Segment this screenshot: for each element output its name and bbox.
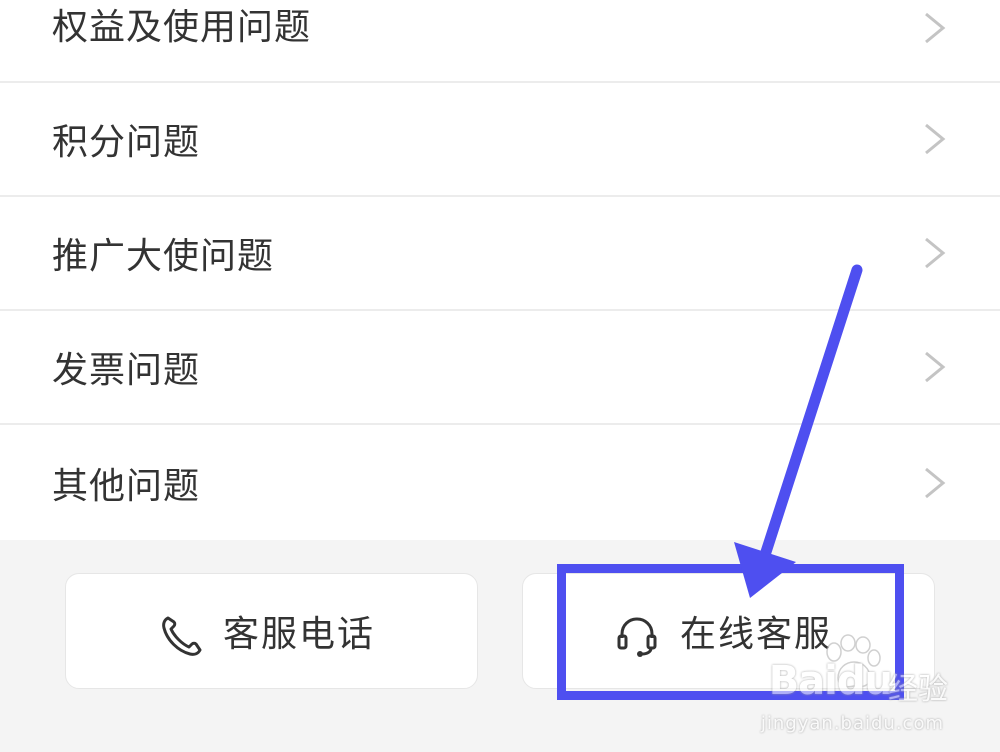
annotation-arrow: [734, 264, 863, 598]
watermark-url: jingyan.baidu.com: [760, 713, 944, 734]
chevron-right-icon: [925, 237, 946, 269]
chevron-right-icon: [925, 467, 946, 498]
faq-item-label: 推广大使问题: [52, 236, 275, 277]
faq-item-label: 其他问题: [52, 465, 201, 507]
faq-item-label: 发票问题: [52, 350, 201, 391]
faq-item-label: 积分问题: [52, 122, 201, 163]
watermark-logo: Baidu: [768, 658, 893, 704]
watermark: Baidu 经验 jingyan.baidu.com: [758, 634, 948, 734]
faq-item-rights-usage[interactable]: 权益及使用问题: [0, 0, 1000, 83]
faq-item-label: 权益及使用问题: [52, 7, 312, 48]
chevron-right-icon: [925, 12, 946, 44]
phone-icon: [162, 616, 202, 656]
faq-item-points[interactable]: 积分问题: [0, 83, 1000, 197]
watermark-sub: 经验: [888, 672, 948, 707]
customer-phone-label: 客服电话: [223, 614, 376, 655]
chevron-right-icon: [925, 123, 946, 155]
chevron-right-icon: [925, 351, 946, 383]
customer-phone-button[interactable]: 客服电话: [65, 573, 478, 689]
